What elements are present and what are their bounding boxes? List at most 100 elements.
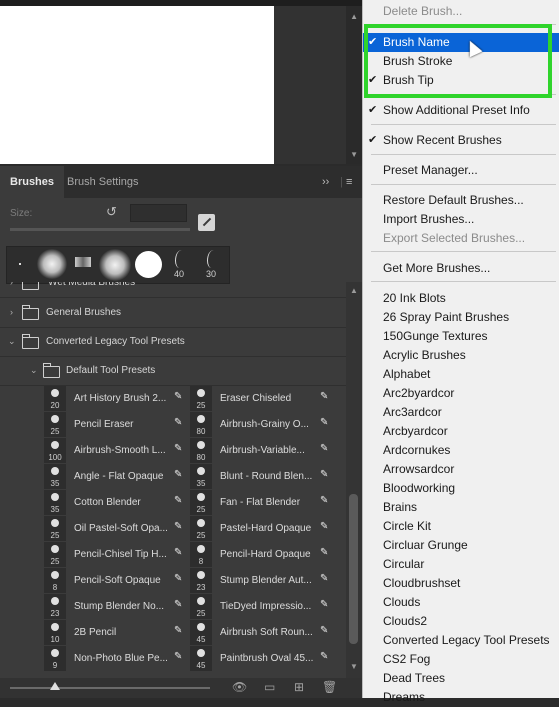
brush-tool-icon: ✎ [174, 495, 183, 506]
preset-item[interactable]: 20 Art History Brush 2... ✎ [44, 386, 189, 411]
menu-item[interactable]: ✔ Show Recent Brushes [363, 131, 559, 150]
menu-item[interactable]: Preset Manager... [363, 161, 559, 180]
preset-item[interactable]: 25 Eraser Chiseled ✎ [190, 386, 335, 411]
preset-item[interactable]: 45 Airbrush Soft Roun... ✎ [190, 620, 335, 645]
recent-brush-6[interactable] [175, 250, 186, 268]
preset-item[interactable]: 35 Angle - Flat Opaque ✎ [44, 464, 189, 489]
preset-item[interactable]: 8 Pencil-Hard Opaque ✎ [190, 542, 335, 567]
preset-item[interactable]: 25 Fan - Flat Blender ✎ [190, 490, 335, 515]
recent-brush-5[interactable] [135, 251, 162, 278]
menu-item[interactable]: Restore Default Brushes... [363, 191, 559, 210]
menu-item[interactable]: Dead Trees [363, 669, 559, 688]
menu-item-label: Import Brushes... [383, 212, 475, 226]
chevron-right-icon[interactable]: › [10, 282, 13, 297]
recent-brush-1[interactable] [19, 263, 21, 265]
preset-item[interactable]: 25 Pencil-Chisel Tip H... ✎ [44, 542, 189, 567]
group-converted-legacy[interactable]: ⌄ Converted Legacy Tool Presets [0, 327, 346, 357]
preset-item[interactable]: 25 Pastel-Hard Opaque ✎ [190, 516, 335, 541]
chevron-right-icon[interactable]: › [10, 298, 13, 327]
recent-brush-4[interactable] [99, 249, 131, 281]
thumbnail-size-slider[interactable] [10, 687, 210, 689]
group-label: General Brushes [46, 307, 122, 318]
menu-item[interactable]: Bloodworking [363, 479, 559, 498]
menu-item[interactable]: 150Gunge Textures [363, 327, 559, 346]
scroll-down-icon[interactable]: ▼ [350, 150, 358, 159]
tab-brushes[interactable]: Brushes [0, 166, 65, 198]
scroll-down-icon[interactable]: ▼ [350, 662, 358, 671]
new-group-folder-icon[interactable]: ▭ [264, 680, 275, 694]
size-input[interactable] [130, 204, 187, 222]
preset-item[interactable]: 35 Cotton Blender ✎ [44, 490, 189, 515]
menu-item[interactable]: Arc3ardcor [363, 403, 559, 422]
menu-item[interactable]: ✔ Show Additional Preset Info [363, 101, 559, 120]
new-brush-icon[interactable] [198, 214, 215, 231]
chevron-down-icon[interactable]: ⌄ [30, 356, 38, 385]
group-wet-media[interactable]: › Wet Media Brushes [0, 282, 346, 298]
menu-item-label: Get More Brushes... [383, 261, 491, 275]
preset-item[interactable]: 100 Airbrush-Smooth L... ✎ [44, 438, 189, 463]
menu-item[interactable]: Get More Brushes... [363, 259, 559, 278]
scroll-up-icon[interactable]: ▲ [350, 286, 358, 295]
panel-menu-icon[interactable]: ≡ [346, 166, 352, 198]
document-canvas[interactable] [0, 6, 274, 164]
brush-tool-icon: ✎ [174, 547, 183, 558]
preset-item[interactable]: 25 Pencil Eraser ✎ [44, 412, 189, 437]
scroll-up-icon[interactable]: ▲ [350, 12, 358, 21]
brush-list-scrollbar[interactable]: ▲ ▼ [346, 282, 362, 678]
tab-brush-settings[interactable]: Brush Settings [57, 166, 149, 198]
preset-item[interactable]: 80 Airbrush-Variable... ✎ [190, 438, 335, 463]
preset-item[interactable]: 23 Stump Blender Aut... ✎ [190, 568, 335, 593]
menu-item[interactable]: Arcbyardcor [363, 422, 559, 441]
menu-item[interactable]: Circular [363, 555, 559, 574]
menu-item[interactable]: Arc2byardcor [363, 384, 559, 403]
reset-size-icon[interactable]: ↺ [106, 204, 117, 220]
preset-item[interactable]: 25 Oil Pastel-Soft Opa... ✎ [44, 516, 189, 541]
menu-item[interactable]: Circluar Grunge [363, 536, 559, 555]
slider-knob[interactable] [50, 682, 60, 690]
brush-list: › Wet Media Brushes › General Brushes ⌄ … [0, 282, 346, 678]
menu-item[interactable]: Ardcornukes [363, 441, 559, 460]
eye-brush-icon[interactable]: 👁 [232, 680, 247, 694]
chevron-down-icon[interactable]: ⌄ [8, 327, 16, 356]
group-general-brushes[interactable]: › General Brushes [0, 298, 346, 328]
menu-item[interactable]: Cloudbrushset [363, 574, 559, 593]
menu-item[interactable]: 20 Ink Blots [363, 289, 559, 308]
menu-item[interactable]: Clouds [363, 593, 559, 612]
recent-brush-7[interactable] [207, 250, 218, 268]
collapse-icon[interactable]: ›› [322, 166, 329, 198]
group-default-tool-presets[interactable]: ⌄ Default Tool Presets [0, 356, 346, 386]
preset-item[interactable]: 80 Airbrush-Grainy O... ✎ [190, 412, 335, 437]
preset-item[interactable]: 23 Stump Blender No... ✎ [44, 594, 189, 619]
menu-item[interactable]: Acrylic Brushes [363, 346, 559, 365]
new-brush-icon[interactable]: ⊞ [294, 680, 304, 694]
menu-item-label: Alphabet [383, 367, 431, 381]
menu-item[interactable]: Alphabet [363, 365, 559, 384]
preset-item[interactable]: 35 Blunt - Round Blen... ✎ [190, 464, 335, 489]
menu-item[interactable]: Brains [363, 498, 559, 517]
scroll-thumb[interactable] [349, 494, 358, 644]
brush-thumb: 8 [44, 568, 66, 593]
menu-item-label: Export Selected Brushes... [383, 231, 526, 245]
preset-name: Oil Pastel-Soft Opa... [74, 523, 168, 534]
menu-item[interactable]: 26 Spray Paint Brushes [363, 308, 559, 327]
preset-name: Stump Blender Aut... [220, 575, 312, 586]
menu-item[interactable]: Converted Legacy Tool Presets [363, 631, 559, 650]
menu-item[interactable]: Circle Kit [363, 517, 559, 536]
trash-icon[interactable]: 🗑 [322, 680, 337, 694]
size-slider[interactable] [10, 228, 190, 231]
preset-item[interactable]: 8 Pencil-Soft Opaque ✎ [44, 568, 189, 593]
preset-item[interactable]: 9 Non-Photo Blue Pe... ✎ [44, 646, 189, 671]
menu-item[interactable]: CS2 Fog [363, 650, 559, 669]
canvas-vertical-scrollbar[interactable]: ▲ ▼ [346, 6, 362, 164]
menu-item[interactable]: Import Brushes... [363, 210, 559, 229]
menu-item[interactable]: Arrowsardcor [363, 460, 559, 479]
preset-name: Airbrush-Variable... [220, 445, 305, 456]
preset-name: Pastel-Hard Opaque [220, 523, 312, 534]
preset-item[interactable]: 10 2B Pencil ✎ [44, 620, 189, 645]
preset-item[interactable]: 45 Paintbrush Oval 45... ✎ [190, 646, 335, 671]
recent-brush-2[interactable] [37, 249, 67, 279]
folder-icon [22, 305, 39, 320]
preset-item[interactable]: 25 TieDyed Impressio... ✎ [190, 594, 335, 619]
menu-item[interactable]: Clouds2 [363, 612, 559, 631]
recent-brush-3[interactable] [75, 257, 91, 267]
